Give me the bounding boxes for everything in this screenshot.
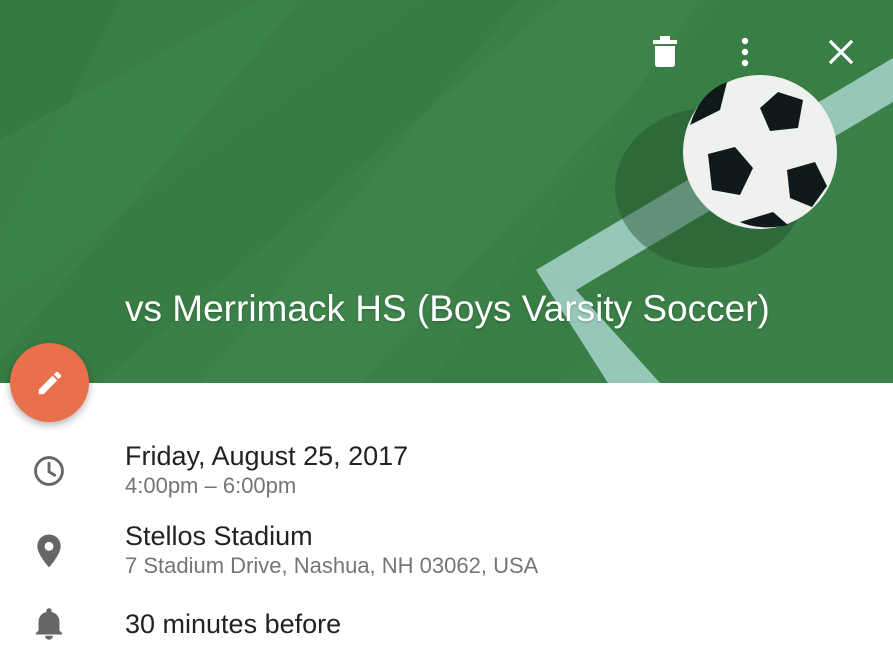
- more-vert-icon: [741, 37, 749, 67]
- clock-icon: [27, 449, 71, 493]
- trash-icon: [653, 36, 677, 67]
- location-name: Stellos Stadium: [125, 521, 313, 551]
- close-button[interactable]: [815, 26, 867, 78]
- reminder-text: 30 minutes before: [125, 609, 342, 639]
- delete-button[interactable]: [639, 26, 691, 78]
- edit-event-button[interactable]: [10, 343, 89, 422]
- location-address: 7 Stadium Drive, Nashua, NH 03062, USA: [125, 553, 539, 578]
- event-title: vs Merrimack HS (Boys Varsity Soccer): [125, 288, 770, 329]
- event-header: vs Merrimack HS (Boys Varsity Soccer): [0, 0, 893, 383]
- more-options-button[interactable]: [719, 26, 771, 78]
- location-pin-icon: [27, 529, 71, 573]
- pencil-icon: [38, 371, 61, 394]
- close-icon: [829, 40, 853, 64]
- event-date: Friday, August 25, 2017: [125, 441, 409, 471]
- event-time: 4:00pm – 6:00pm: [125, 473, 297, 498]
- bell-icon: [27, 602, 71, 646]
